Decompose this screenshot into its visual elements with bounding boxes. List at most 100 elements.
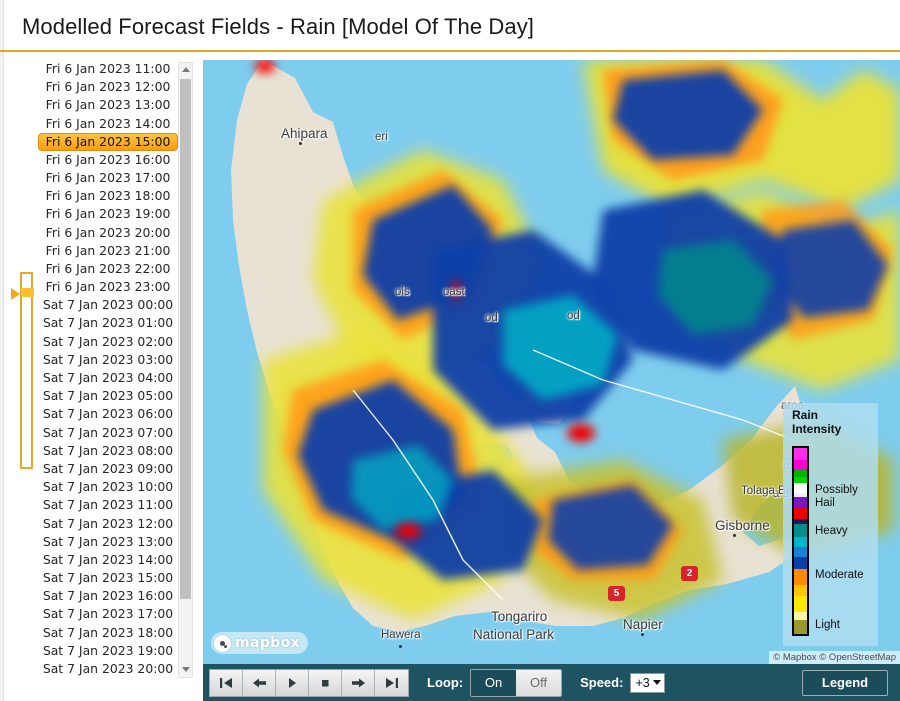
legend-color-segment — [794, 506, 807, 519]
legend-color-scale — [792, 446, 809, 636]
loop-off-button[interactable]: Off — [516, 669, 562, 696]
speed-label: Speed: — [580, 675, 624, 690]
scroll-down-arrow-icon[interactable] — [179, 663, 192, 677]
legend-button[interactable]: Legend — [802, 669, 888, 696]
scrollbar-thumb[interactable] — [180, 79, 191, 599]
legend-color-segment — [794, 448, 807, 460]
time-range-slider[interactable] — [20, 272, 34, 469]
time-list-item[interactable]: Fri 6 Jan 2023 23:00 — [38, 278, 178, 296]
highway-shield-icon: 2 — [681, 566, 698, 581]
rain-intensity-legend: Rain Intensity Possibly Hail Heavy Moderate… — [783, 403, 878, 646]
time-list-item[interactable]: Fri 6 Jan 2023 13:00 — [38, 96, 178, 114]
time-list-item[interactable]: Sat 7 Jan 2023 08:00 — [38, 442, 178, 460]
legend-color-segment — [794, 557, 807, 569]
time-list-item[interactable]: Sat 7 Jan 2023 03:00 — [38, 351, 178, 369]
time-list-item[interactable]: Sat 7 Jan 2023 13:00 — [38, 533, 178, 551]
stop-button[interactable] — [309, 669, 342, 696]
skip-to-start-icon — [219, 677, 233, 689]
forecast-time-list[interactable]: Fri 6 Jan 2023 11:00 Fri 6 Jan 2023 12:00… — [38, 60, 194, 678]
play-icon — [286, 677, 298, 689]
page-header: Modelled Forecast Fields - Rain [Model O… — [0, 0, 900, 52]
mapbox-mark-icon — [214, 634, 231, 652]
step-forward-button[interactable] — [342, 669, 375, 696]
legend-color-segment — [794, 523, 807, 538]
legend-title: Rain Intensity — [792, 408, 852, 436]
time-list-item[interactable]: Fri 6 Jan 2023 11:00 — [38, 60, 178, 78]
legend-color-segment — [794, 547, 807, 558]
legend-color-segment — [794, 497, 807, 507]
speed-value: +3 — [635, 675, 650, 690]
legend-tick-label: Heavy — [815, 525, 848, 537]
time-list-item[interactable]: Sat 7 Jan 2023 19:00 — [38, 642, 178, 660]
map-place-dot — [641, 633, 644, 636]
time-list-item[interactable]: Fri 6 Jan 2023 18:00 — [38, 187, 178, 205]
legend-color-segment — [794, 612, 807, 620]
time-list-item[interactable]: Sat 7 Jan 2023 16:00 — [38, 587, 178, 605]
time-list-item[interactable]: Fri 6 Jan 2023 15:00 — [38, 132, 178, 151]
legend-title-line-1: Rain — [792, 408, 819, 422]
time-list-item[interactable]: Sat 7 Jan 2023 18:00 — [38, 624, 178, 642]
time-list-item[interactable]: Sat 7 Jan 2023 14:00 — [38, 551, 178, 569]
animation-toolbar: Loop: On Off Speed: +3 Legend — [203, 664, 900, 701]
time-list-item[interactable]: Sat 7 Jan 2023 11:00 — [38, 496, 178, 514]
time-list-item[interactable]: Fri 6 Jan 2023 19:00 — [38, 205, 178, 223]
chevron-down-icon — [652, 680, 661, 685]
playback-button-group — [209, 668, 409, 697]
loop-label: Loop: — [427, 675, 464, 690]
time-list-item[interactable]: Sat 7 Jan 2023 05:00 — [38, 387, 178, 405]
time-list-item[interactable]: Sat 7 Jan 2023 09:00 — [38, 460, 178, 478]
skip-to-end-icon — [385, 677, 399, 689]
map-attribution[interactable]: © Mapbox © OpenStreetMap — [769, 651, 900, 664]
map-place-dot — [733, 534, 736, 537]
time-list-item[interactable]: Sat 7 Jan 2023 01:00 — [38, 314, 178, 332]
time-list-item[interactable]: Sat 7 Jan 2023 10:00 — [38, 478, 178, 496]
time-list-item[interactable]: Fri 6 Jan 2023 16:00 — [38, 151, 178, 169]
step-back-button[interactable] — [243, 669, 276, 696]
time-list-item[interactable]: Fri 6 Jan 2023 22:00 — [38, 260, 178, 278]
time-list-item[interactable]: Sat 7 Jan 2023 04:00 — [38, 369, 178, 387]
time-list-item[interactable]: Fri 6 Jan 2023 14:00 — [38, 115, 178, 133]
scroll-up-arrow-icon[interactable] — [179, 63, 192, 77]
page-title: Modelled Forecast Fields - Rain [Model O… — [22, 14, 535, 39]
rain-forecast-map[interactable]: Ahiparaeriolsoastodaroaru Ba BayTolaga B… — [203, 60, 900, 664]
time-list-item[interactable]: Sat 7 Jan 2023 20:00 — [38, 660, 178, 678]
legend-color-segment — [794, 596, 807, 613]
time-list-item[interactable]: Sat 7 Jan 2023 06:00 — [38, 405, 178, 423]
loop-on-button[interactable]: On — [471, 669, 517, 696]
first-frame-button[interactable] — [210, 669, 243, 696]
time-range-slider-thumb[interactable] — [21, 288, 34, 297]
time-list-item[interactable]: Sat 7 Jan 2023 12:00 — [38, 515, 178, 533]
time-list-item[interactable]: Sat 7 Jan 2023 15:00 — [38, 569, 178, 587]
legend-color-segment — [794, 459, 807, 470]
time-list-item[interactable]: Sat 7 Jan 2023 02:00 — [38, 333, 178, 351]
time-list-item[interactable]: Fri 6 Jan 2023 12:00 — [38, 78, 178, 96]
time-list-scrollbar[interactable] — [178, 62, 193, 678]
time-list-item[interactable]: Sat 7 Jan 2023 07:00 — [38, 424, 178, 442]
highway-shield-icon: 5 — [608, 586, 625, 601]
map-place-dot — [299, 142, 302, 145]
play-button[interactable] — [276, 669, 309, 696]
time-list-item[interactable]: Sat 7 Jan 2023 17:00 — [38, 605, 178, 623]
range-slider-pointer-icon — [11, 288, 20, 300]
loop-toggle[interactable]: On Off — [470, 668, 563, 697]
legend-color-segment — [794, 483, 807, 494]
legend-color-segment — [794, 537, 807, 548]
stop-icon — [319, 677, 331, 689]
speed-select[interactable]: +3 — [630, 672, 665, 693]
forecast-viewer: Modelled Forecast Fields - Rain [Model O… — [0, 0, 900, 701]
map-place-dot — [399, 645, 402, 648]
time-list-item[interactable]: Fri 6 Jan 2023 17:00 — [38, 169, 178, 187]
time-list-item[interactable]: Sat 7 Jan 2023 00:00 — [38, 296, 178, 314]
legend-color-segment — [794, 584, 807, 597]
mapbox-logo[interactable]: mapbox — [211, 632, 309, 654]
arrow-right-icon — [351, 677, 366, 689]
time-list-item[interactable]: Fri 6 Jan 2023 20:00 — [38, 224, 178, 242]
time-list-item[interactable]: Fri 6 Jan 2023 21:00 — [38, 242, 178, 260]
last-frame-button[interactable] — [375, 669, 408, 696]
legend-tick-label: Possibly — [815, 484, 858, 496]
legend-tick-label: Moderate — [815, 569, 864, 581]
legend-color-segment — [794, 620, 807, 634]
mapbox-wordmark: mapbox — [235, 635, 301, 651]
legend-color-segment — [794, 568, 807, 585]
legend-tick-label: Hail — [815, 497, 835, 509]
